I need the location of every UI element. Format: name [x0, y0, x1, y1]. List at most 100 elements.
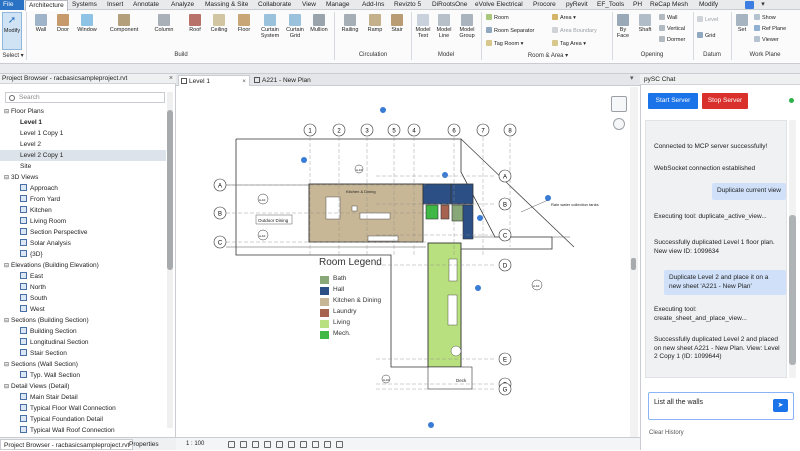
window-button[interactable]: Window [74, 12, 100, 33]
ribbon-minimize-icon[interactable]: ▾ [758, 0, 768, 10]
view-scroll-thumb[interactable] [631, 258, 636, 270]
tree-item[interactable]: West [0, 304, 166, 315]
tree-item[interactable]: Building Section [0, 326, 166, 337]
select-panel-label[interactable]: Select ▾ [0, 52, 26, 59]
tag-area-button[interactable]: Tag Area ▾ [552, 40, 586, 48]
wall-button[interactable]: Wall [30, 12, 52, 33]
level-button[interactable]: Level [697, 16, 718, 24]
info-bubble[interactable] [380, 107, 386, 113]
tab-manage[interactable]: Manage [326, 0, 350, 10]
grid-button[interactable]: Grid [697, 32, 715, 40]
area-boundary-button[interactable]: Area Boundary [552, 27, 597, 35]
temporary-hide-icon[interactable] [300, 441, 307, 448]
model-line-button[interactable]: Model Line [434, 12, 454, 39]
tree-item[interactable]: {3D} [0, 249, 166, 260]
start-server-button[interactable]: Start Server [648, 93, 698, 109]
tree-group[interactable]: ⊟ 3D Views [0, 172, 166, 183]
tree-item[interactable]: Level 2 Copy 1 [0, 150, 166, 161]
view-cube-icon[interactable] [611, 96, 627, 112]
shaft-button[interactable]: Shaft [635, 12, 655, 33]
floor-button[interactable]: Floor [233, 12, 255, 33]
tree-item[interactable]: Approach [0, 183, 166, 194]
tab-recap-mesh[interactable]: ReCap Mesh [650, 0, 688, 10]
wall-opening-button[interactable]: Wall [659, 14, 678, 22]
info-bubble[interactable] [477, 215, 483, 221]
tree-item[interactable]: Living Room [0, 216, 166, 227]
tree-item[interactable]: Main Stair Detail [0, 392, 166, 403]
set-workplane-button[interactable]: Set [733, 12, 751, 33]
send-button[interactable]: ➤ [773, 399, 788, 412]
analytical-model-icon[interactable] [336, 441, 343, 448]
vertical-opening-button[interactable]: Vertical [659, 25, 685, 33]
tree-item[interactable]: Level 2 [0, 139, 166, 150]
modify-button[interactable]: ➚ Modify [2, 12, 22, 50]
info-bubble[interactable] [428, 422, 434, 428]
project-browser-scroll-thumb[interactable] [167, 110, 173, 270]
tree-item[interactable]: South [0, 293, 166, 304]
door-button[interactable]: Door [53, 12, 73, 33]
tab-annotate[interactable]: Annotate [133, 0, 159, 10]
tab-collaborate[interactable]: Collaborate [258, 0, 291, 10]
worksharing-icon[interactable] [324, 441, 331, 448]
viewer-button[interactable]: Viewer [754, 36, 779, 44]
shadows-icon[interactable] [264, 441, 271, 448]
tab-architecture[interactable]: Architecture [25, 0, 68, 11]
chat-history[interactable]: Connected to MCP server successfully! We… [645, 120, 787, 378]
tree-item[interactable]: North [0, 282, 166, 293]
stop-server-button[interactable]: Stop Server [702, 93, 748, 109]
tree-group[interactable]: ⊟ Sections (Wall Section) [0, 359, 166, 370]
area-button[interactable]: Area ▾ [552, 14, 576, 22]
model-text-button[interactable]: Model Text [413, 12, 433, 39]
tab-systems[interactable]: Systems [72, 0, 97, 10]
ramp-button[interactable]: Ramp [364, 12, 386, 33]
tree-group[interactable]: ⊟ Detail Views (Detail) [0, 381, 166, 392]
room-area-panel-label[interactable]: Room & Area ▾ [486, 52, 610, 59]
tree-item[interactable]: Typical Wall Roof Connection [0, 425, 166, 436]
tab-procore[interactable]: Procore [533, 0, 556, 10]
tab-properties[interactable]: Properties [126, 439, 162, 450]
visual-style-icon[interactable] [240, 441, 247, 448]
sun-path-icon[interactable] [252, 441, 259, 448]
close-icon[interactable]: × [169, 74, 173, 84]
ceiling-button[interactable]: Ceiling [207, 12, 231, 33]
tab-ef-tools[interactable]: EF_Tools [597, 0, 624, 10]
file-tab[interactable]: File [0, 0, 24, 10]
tab-level-1[interactable]: Level 1 × [178, 75, 250, 86]
info-bubble[interactable] [442, 172, 448, 178]
tab-project-browser[interactable]: Project Browser - racbasicsampleproject.… [0, 439, 134, 450]
info-bubble[interactable] [475, 285, 481, 291]
tag-room-button[interactable]: Tag Room ▾ [486, 40, 523, 48]
reveal-hidden-icon[interactable] [312, 441, 319, 448]
close-icon[interactable]: × [242, 76, 246, 87]
tree-group[interactable]: ⊟ Floor Plans [0, 106, 166, 117]
tab-massing-site[interactable]: Massing & Site [205, 0, 248, 10]
tree-group[interactable]: ⊟ Sections (Building Section) [0, 315, 166, 326]
crop-view-icon[interactable] [276, 441, 283, 448]
dormer-button[interactable]: Dormer [659, 36, 685, 44]
by-face-button[interactable]: By Face [613, 12, 633, 39]
tree-item[interactable]: Solar Analysis [0, 238, 166, 249]
tab-list-chevron-icon[interactable]: ▾ [630, 74, 634, 82]
project-browser-search-input[interactable]: Search [5, 92, 165, 103]
tree-item[interactable]: Site [0, 161, 166, 172]
component-button[interactable]: Component [104, 12, 144, 33]
tab-analyze[interactable]: Analyze [171, 0, 194, 10]
mullion-button[interactable]: Mullion [307, 12, 331, 33]
ref-plane-button[interactable]: Ref Plane [754, 25, 786, 33]
show-crop-region-icon[interactable] [288, 441, 295, 448]
tab-modify[interactable]: Modify [699, 0, 718, 10]
curtain-grid-button[interactable]: Curtain Grid [284, 12, 306, 39]
chat-scroll-thumb[interactable] [789, 215, 796, 365]
tab-evolve-electrical[interactable]: eVolve Electrical [475, 0, 523, 10]
tree-item[interactable]: East [0, 271, 166, 282]
tab-add-ins[interactable]: Add-Ins [362, 0, 384, 10]
tab-ph[interactable]: PH [633, 0, 642, 10]
tree-item[interactable]: Typical Floor Wall Connection [0, 403, 166, 414]
view-scale[interactable]: 1 : 100 [186, 438, 204, 450]
tree-item[interactable]: Level 1 [0, 117, 166, 128]
help-icon[interactable] [745, 1, 754, 9]
tree-group[interactable]: ⊟ Elevations (Building Elevation) [0, 260, 166, 271]
tree-item[interactable]: Stair Section [0, 348, 166, 359]
tab-revizto[interactable]: Revizto 5 [394, 0, 421, 10]
room-separator-button[interactable]: Room Separator [486, 27, 534, 35]
